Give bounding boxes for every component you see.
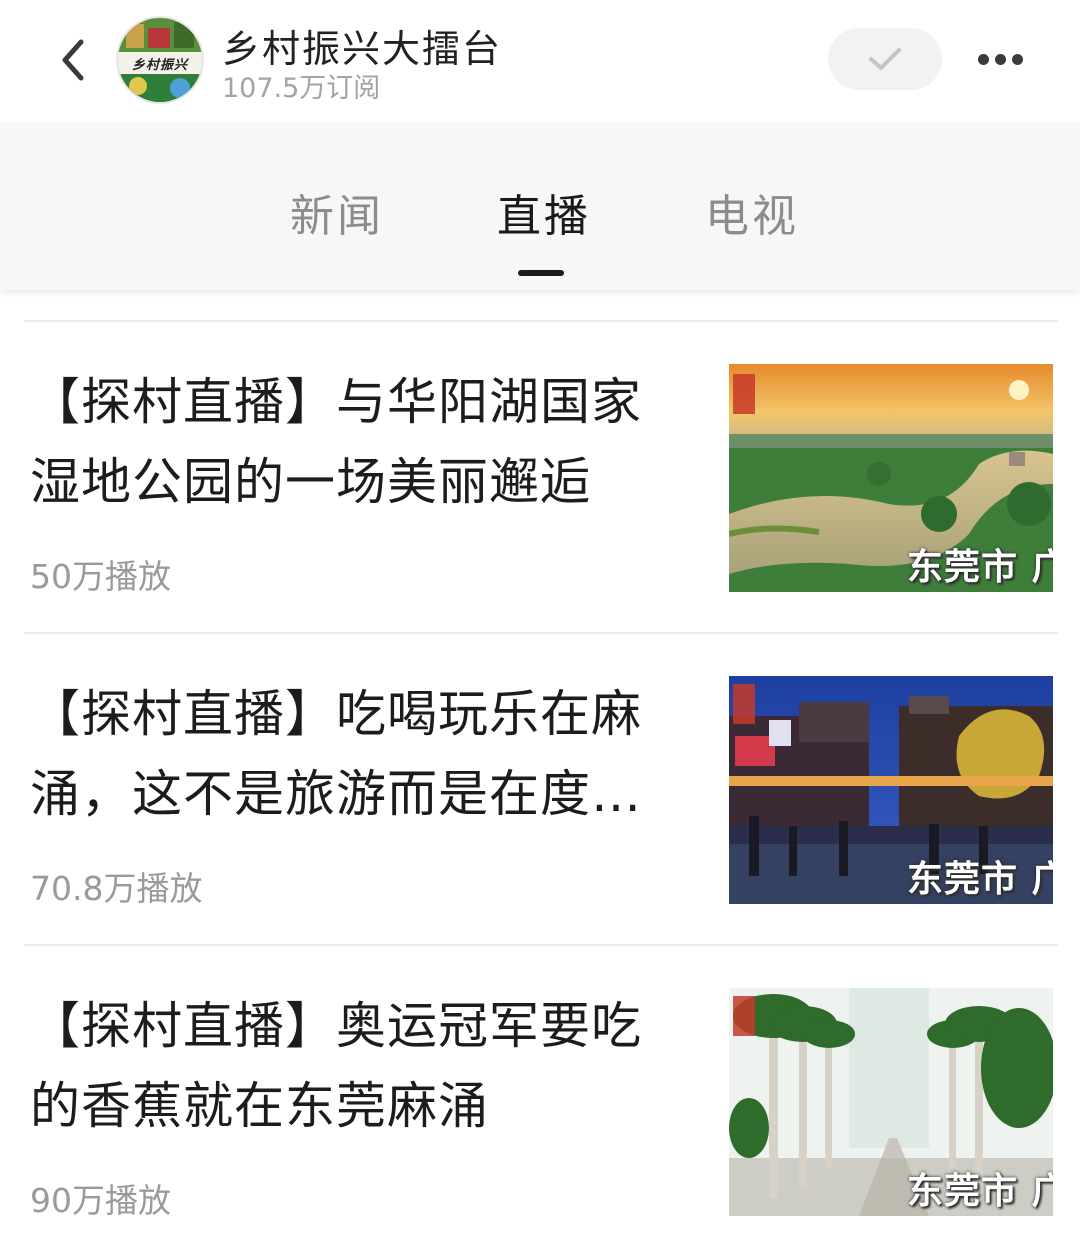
list-item[interactable]: 【探村直播】与华阳湖国家湿地公园的一场美丽邂逅 50万播放 东莞市 广 <box>0 322 1080 634</box>
more-dot-icon <box>1011 53 1023 65</box>
more-dot-icon <box>994 53 1006 65</box>
followed-button[interactable] <box>828 28 942 90</box>
thumbnail-caption: 东莞市 广 <box>907 1171 1053 1212</box>
tab-bar: 新闻 直播 电视 <box>0 122 1080 290</box>
more-dot-icon <box>977 53 989 65</box>
item-view-count: 70.8万播放 <box>30 869 203 908</box>
tab-tv[interactable]: 电视 <box>705 180 799 244</box>
channel-name: 乡村振兴大擂台 <box>222 27 503 71</box>
item-title: 【探村直播】与华阳湖国家湿地公园的一场美丽邂逅 <box>30 373 642 511</box>
channel-avatar[interactable]: 乡村振兴 <box>116 16 204 104</box>
item-title: 【探村直播】奥运冠军要吃的香蕉就在东莞麻涌 <box>30 997 642 1135</box>
item-view-count: 90万播放 <box>30 1181 171 1220</box>
item-thumbnail: 东莞市 广 <box>729 364 1053 592</box>
subscriber-count: 107.5万订阅 <box>222 73 381 104</box>
list-item[interactable]: 【探村直播】吃喝玩乐在麻涌，这不是旅游而是在度… 70.8万播放 东莞市 广 <box>0 634 1080 946</box>
avatar-banner: 乡村振兴 <box>118 52 202 74</box>
tab-live[interactable]: 直播 <box>497 180 591 244</box>
tab-news[interactable]: 新闻 <box>290 180 384 244</box>
chevron-left-icon <box>62 39 84 81</box>
item-title: 【探村直播】吃喝玩乐在麻涌，这不是旅游而是在度… <box>30 685 642 823</box>
item-thumbnail: 东莞市 广 <box>729 676 1053 904</box>
list-item[interactable]: 【探村直播】奥运冠军要吃的香蕉就在东莞麻涌 90万播放 东莞市 广 <box>0 946 1080 1247</box>
thumbnail-caption: 东莞市 广 <box>907 859 1053 900</box>
back-button[interactable] <box>44 30 100 90</box>
channel-header: 乡村振兴 乡村振兴大擂台 107.5万订阅 <box>0 0 1080 122</box>
more-options-button[interactable] <box>968 34 1032 84</box>
avatar-label: 乡村振兴 <box>131 57 188 73</box>
thumbnail-caption: 东莞市 广 <box>907 547 1053 588</box>
item-view-count: 50万播放 <box>30 557 171 596</box>
active-tab-indicator <box>518 270 564 276</box>
item-thumbnail: 东莞市 广 <box>729 988 1053 1216</box>
check-icon <box>869 48 901 70</box>
